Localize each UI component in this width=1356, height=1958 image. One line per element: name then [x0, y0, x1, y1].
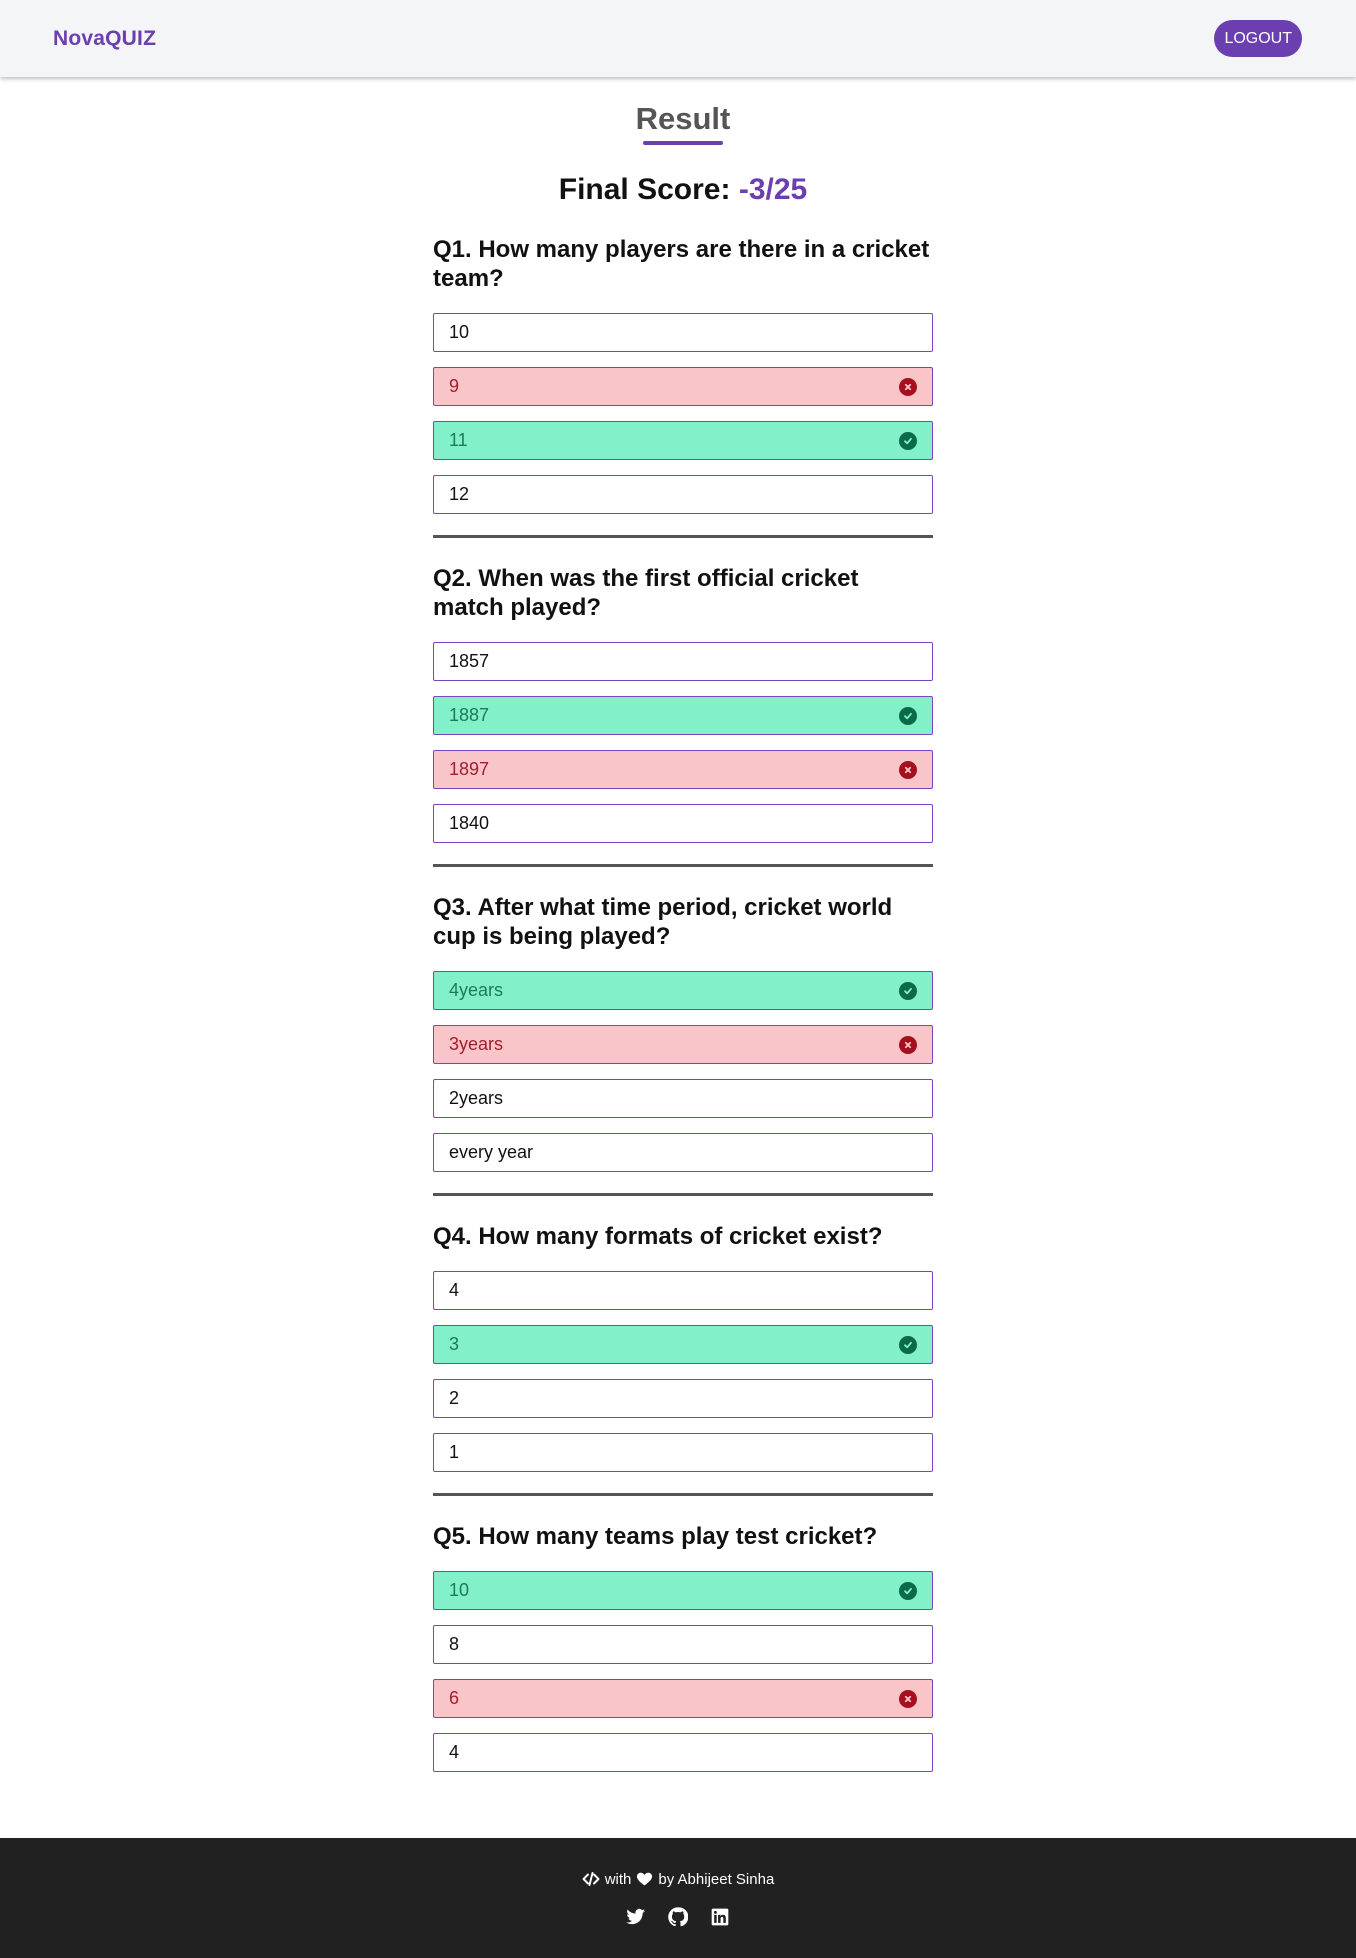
- title-underline: [643, 141, 723, 145]
- option[interactable]: 2years: [433, 1079, 933, 1118]
- option-list: 4years 3years 2years every year: [433, 971, 933, 1172]
- logout-button[interactable]: LOGOUT: [1214, 20, 1302, 57]
- option-label: 1857: [449, 651, 490, 671]
- footer: with by Abhijeet Sinha: [0, 1838, 1356, 1958]
- x-circle-icon: [899, 760, 917, 779]
- option[interactable]: 12: [433, 475, 933, 514]
- question-divider: [433, 1493, 933, 1496]
- github-icon[interactable]: [668, 1906, 689, 1927]
- option[interactable]: 10: [433, 313, 933, 352]
- score-value: -3/25: [738, 173, 808, 206]
- linkedin-icon[interactable]: [710, 1906, 731, 1927]
- question-text: Q4. How many formats of cricket exist?: [433, 1223, 883, 1250]
- option[interactable]: 2: [433, 1379, 933, 1418]
- option[interactable]: 1840: [433, 804, 933, 843]
- option-label: 4years: [449, 980, 504, 1000]
- option-label: 10: [449, 322, 470, 342]
- option-label: 1840: [449, 813, 490, 833]
- x-circle-icon: [899, 1035, 917, 1054]
- check-circle-icon: [899, 431, 917, 450]
- question-block: Q2. When was the first official cricket …: [433, 564, 933, 867]
- option-label: 8: [449, 1634, 460, 1654]
- question-block: Q4. How many formats of cricket exist? 4 3…: [433, 1222, 933, 1496]
- twitter-icon[interactable]: [626, 1906, 647, 1927]
- option-wrong[interactable]: 9: [433, 367, 933, 406]
- option-label: 4: [449, 1742, 460, 1762]
- option[interactable]: 4: [433, 1733, 933, 1772]
- option-label: every year: [449, 1142, 534, 1162]
- option-label: 10: [449, 1580, 470, 1600]
- option-list: 10 8 6 4: [433, 1571, 933, 1772]
- question-block: Q1. How many players are there in a cric…: [433, 235, 933, 538]
- result-main: Result Final Score: -3/25 Q1. How many p…: [433, 77, 933, 1772]
- option-label: 3: [449, 1334, 460, 1354]
- option-label: 9: [449, 376, 460, 396]
- option-wrong[interactable]: 3years: [433, 1025, 933, 1064]
- option-correct[interactable]: 10: [433, 1571, 933, 1610]
- option-correct[interactable]: 1887: [433, 696, 933, 735]
- code-icon: [582, 1870, 600, 1888]
- question-block: Q3. After what time period, cricket worl…: [433, 893, 933, 1196]
- option[interactable]: 1857: [433, 642, 933, 681]
- check-circle-icon: [899, 981, 917, 1000]
- final-score: Final Score: -3/25: [433, 172, 933, 208]
- option-label: 1887: [449, 705, 490, 725]
- option[interactable]: every year: [433, 1133, 933, 1172]
- option-label: 2: [449, 1388, 460, 1408]
- score-label: Final Score:: [558, 173, 731, 206]
- option-label: 1: [449, 1442, 460, 1462]
- navbar: NovaQUIZ LOGOUT: [0, 0, 1356, 77]
- question-divider: [433, 864, 933, 867]
- check-circle-icon: [899, 1581, 917, 1600]
- heart-icon: [636, 1871, 653, 1888]
- option-label: 2years: [449, 1088, 504, 1108]
- question-divider: [433, 535, 933, 538]
- option-correct[interactable]: 3: [433, 1325, 933, 1364]
- x-circle-icon: [899, 1689, 917, 1708]
- question-text: Q5. How many teams play test cricket?: [433, 1523, 878, 1550]
- option[interactable]: 1: [433, 1433, 933, 1472]
- footer-with-text: with: [604, 1870, 632, 1888]
- check-circle-icon: [899, 1335, 917, 1354]
- option-list: 4 3 2 1: [433, 1271, 933, 1472]
- option-wrong[interactable]: 6: [433, 1679, 933, 1718]
- social-links: [626, 1906, 731, 1927]
- option[interactable]: 4: [433, 1271, 933, 1310]
- option-list: 1857 1887 1897 1840: [433, 642, 933, 843]
- option-correct[interactable]: 11: [433, 421, 933, 460]
- option-label: 6: [449, 1688, 460, 1708]
- question-block: Q5. How many teams play test cricket? 10 8…: [433, 1522, 933, 1772]
- option[interactable]: 8: [433, 1625, 933, 1664]
- question-text: Q3. After what time period, cricket worl…: [433, 894, 893, 950]
- question-text: Q2. When was the first official cricket …: [433, 565, 859, 621]
- question-list: Q1. How many players are there in a cric…: [433, 235, 933, 1772]
- check-circle-icon: [899, 706, 917, 725]
- option-label: 4: [449, 1280, 460, 1300]
- option-label: 3years: [449, 1034, 504, 1054]
- brand-logo[interactable]: NovaQUIZ: [53, 27, 156, 51]
- question-divider: [433, 1193, 933, 1196]
- x-circle-icon: [899, 377, 917, 396]
- page-title: Result: [635, 101, 731, 136]
- option-label: 12: [449, 484, 470, 504]
- option-correct[interactable]: 4years: [433, 971, 933, 1010]
- option-label: 1897: [449, 759, 490, 779]
- option-label: 11: [449, 430, 468, 450]
- option-wrong[interactable]: 1897: [433, 750, 933, 789]
- footer-credit: with by Abhijeet Sinha: [582, 1870, 775, 1888]
- question-text: Q1. How many players are there in a cric…: [433, 236, 930, 292]
- option-list: 10 9 11 12: [433, 313, 933, 514]
- footer-by-text: by Abhijeet Sinha: [658, 1870, 775, 1888]
